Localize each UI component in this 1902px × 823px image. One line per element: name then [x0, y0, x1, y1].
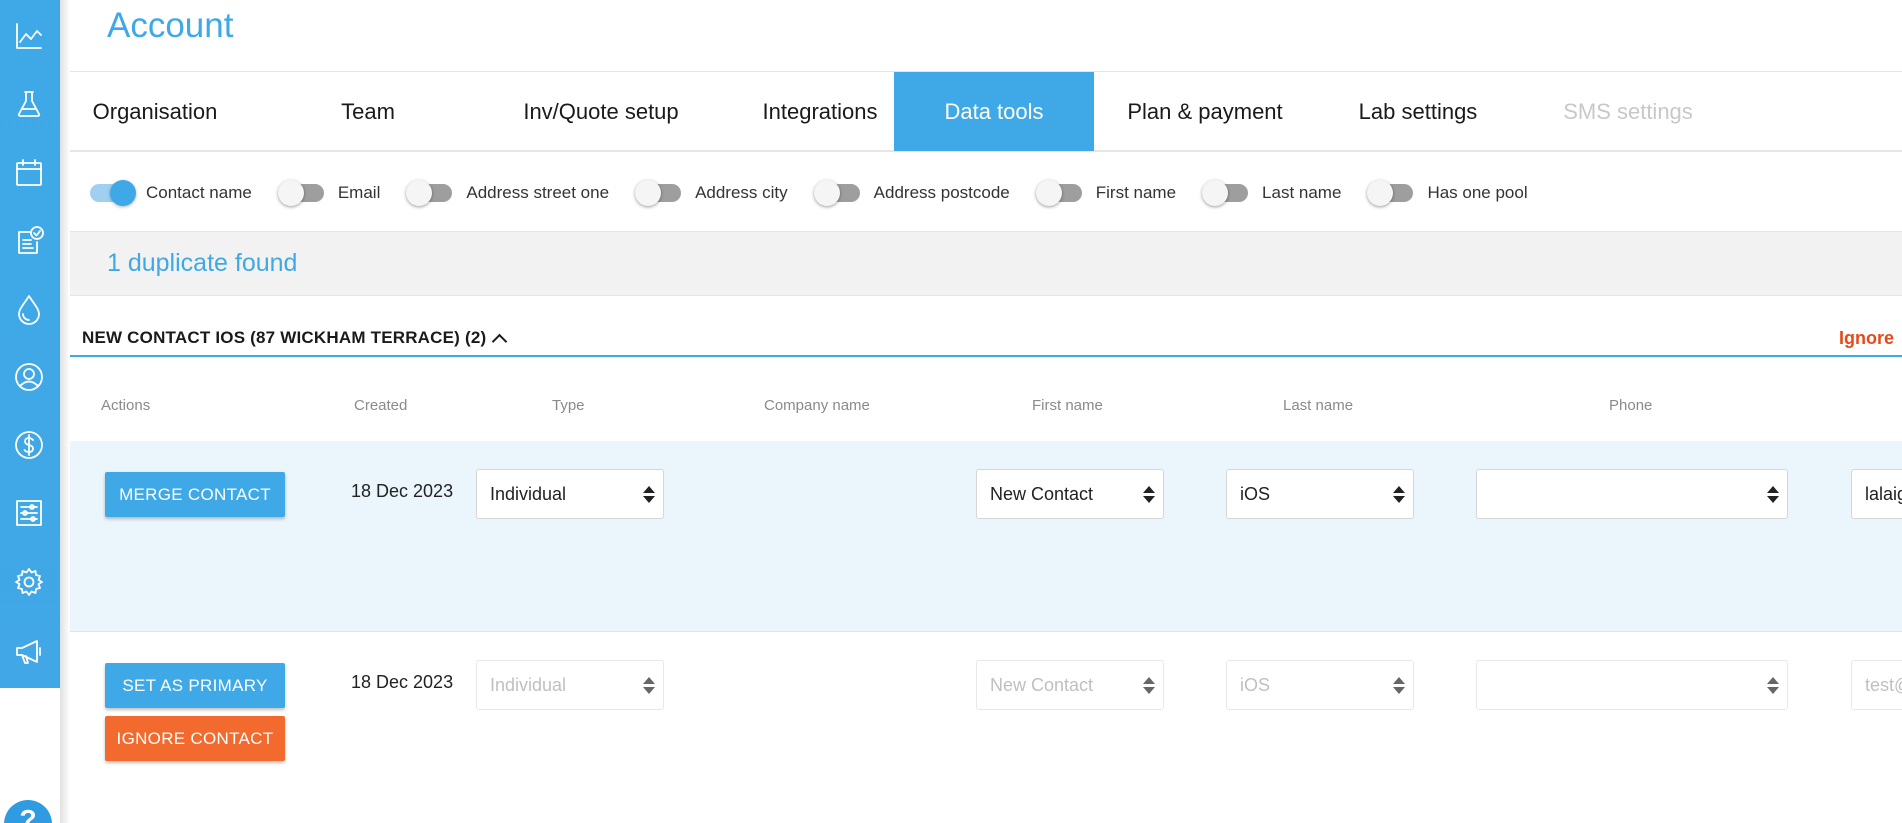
- toggle-address-postcode[interactable]: Address postcode: [813, 180, 1010, 206]
- first-name-value: New Contact: [990, 483, 1094, 504]
- megaphone-icon[interactable]: [12, 634, 46, 668]
- select-arrows-icon: [1143, 677, 1155, 695]
- merge-contact-button[interactable]: MERGE CONTACT: [105, 472, 285, 517]
- toggle-label: Address postcode: [873, 183, 1010, 202]
- clipboard-check-icon[interactable]: [12, 224, 46, 258]
- column-header-type: Type: [552, 397, 585, 414]
- column-header-last-name: Last name: [1283, 397, 1354, 414]
- user-circle-icon[interactable]: [12, 360, 46, 394]
- water-drop-icon[interactable]: [12, 292, 46, 326]
- tab-integrations[interactable]: Integrations: [725, 72, 915, 151]
- type-select[interactable]: Individual: [476, 469, 664, 519]
- select-arrows-icon: [1767, 677, 1779, 695]
- duplicate-count: 1 duplicate found: [107, 249, 298, 277]
- column-header-actions: Actions: [101, 397, 151, 414]
- toggle-switch[interactable]: [1202, 180, 1249, 206]
- sidebar: [0, 0, 60, 688]
- duplicate-group-header[interactable]: NEW CONTACT IOS (87 WICKHAM TERRACE) (2): [82, 328, 508, 349]
- match-criteria-toggles: Contact name Email Address street one Ad…: [90, 178, 1558, 208]
- email-select[interactable]: lalaig: [1851, 469, 1902, 519]
- tab-lab-settings[interactable]: Lab settings: [1328, 72, 1508, 151]
- toggle-switch[interactable]: [90, 180, 136, 206]
- select-arrows-icon: [1143, 486, 1155, 504]
- dollar-circle-icon[interactable]: [12, 428, 46, 462]
- sidebar-shadow: [60, 0, 70, 823]
- toggle-switch[interactable]: [1367, 180, 1414, 206]
- last-name-select: iOS: [1226, 660, 1414, 710]
- help-icon[interactable]: ?: [4, 800, 52, 823]
- toggle-label: Contact name: [146, 183, 252, 202]
- column-header-company-name: Company name: [764, 397, 870, 414]
- phone-select[interactable]: [1476, 469, 1788, 519]
- email-value: test@: [1865, 674, 1902, 695]
- first-name-value: New Contact: [990, 674, 1094, 695]
- type-select: Individual: [476, 660, 664, 710]
- toggle-switch[interactable]: [277, 180, 324, 206]
- toggle-last-name[interactable]: Last name: [1202, 180, 1342, 206]
- toggle-label: First name: [1095, 183, 1177, 202]
- duplicate-group-title: NEW CONTACT IOS (87 WICKHAM TERRACE) (2): [82, 328, 487, 347]
- toggle-first-name[interactable]: First name: [1035, 180, 1177, 206]
- tab-team[interactable]: Team: [298, 72, 438, 151]
- tab-data-tools[interactable]: Data tools: [894, 72, 1094, 151]
- toggle-has-one-pool[interactable]: Has one pool: [1367, 180, 1528, 206]
- toggle-email[interactable]: Email: [277, 180, 381, 206]
- group-divider: [70, 355, 1902, 357]
- toggle-label: Email: [337, 183, 381, 202]
- gear-icon[interactable]: [12, 565, 46, 599]
- type-value: Individual: [490, 483, 567, 504]
- chevron-up-icon[interactable]: [492, 333, 508, 349]
- column-header-created: Created: [354, 397, 408, 414]
- tab-sms-settings: SMS settings: [1563, 98, 1693, 124]
- select-arrows-icon: [643, 677, 655, 695]
- select-arrows-icon: [1393, 677, 1405, 695]
- page-title: Account: [107, 6, 234, 45]
- toggle-address-street-one[interactable]: Address street one: [406, 180, 610, 206]
- select-arrows-icon: [1767, 486, 1779, 504]
- calendar-icon[interactable]: [12, 156, 46, 190]
- last-name-select[interactable]: iOS: [1226, 469, 1414, 519]
- first-name-select[interactable]: New Contact: [976, 469, 1164, 519]
- toggle-address-city[interactable]: Address city: [635, 180, 788, 206]
- toggle-switch[interactable]: [1035, 180, 1082, 206]
- toggle-label: Has one pool: [1427, 183, 1528, 202]
- set-as-primary-button[interactable]: SET AS PRIMARY: [105, 663, 285, 708]
- email-select: test@: [1851, 660, 1902, 710]
- toggle-contact-name[interactable]: Contact name: [90, 180, 252, 206]
- duplicate-summary-banner: 1 duplicate found: [70, 231, 1902, 296]
- tab-plan-payment[interactable]: Plan & payment: [1100, 72, 1310, 151]
- toggle-switch[interactable]: [635, 180, 682, 206]
- created-date: 18 Dec 2023: [351, 481, 454, 501]
- phone-select: [1476, 660, 1788, 710]
- toggle-switch[interactable]: [813, 180, 860, 206]
- flask-icon[interactable]: [12, 87, 46, 121]
- select-arrows-icon: [1393, 486, 1405, 504]
- toggle-label: Address street one: [466, 183, 610, 202]
- column-header-first-name: First name: [1032, 397, 1103, 414]
- toggle-label: Last name: [1262, 183, 1342, 202]
- last-name-value: iOS: [1240, 483, 1271, 504]
- ignore-group-link[interactable]: Ignore: [1839, 328, 1894, 349]
- last-name-value: iOS: [1240, 674, 1271, 695]
- chart-line-icon[interactable]: [12, 19, 46, 53]
- ignore-contact-button[interactable]: IGNORE CONTACT: [105, 716, 285, 761]
- created-date: 18 Dec 2023: [351, 672, 454, 692]
- toggle-switch[interactable]: [406, 180, 453, 206]
- first-name-select: New Contact: [976, 660, 1164, 710]
- settings-tabs: Organisation Team Inv/Quote setup Integr…: [70, 72, 1902, 152]
- type-value: Individual: [490, 674, 567, 695]
- tab-inv-quote-setup[interactable]: Inv/Quote setup: [490, 72, 712, 151]
- column-header-phone: Phone: [1609, 397, 1653, 414]
- toggle-label: Address city: [695, 183, 788, 202]
- tab-organisation[interactable]: Organisation: [70, 72, 240, 151]
- sliders-icon[interactable]: [12, 496, 46, 530]
- email-value: lalaig: [1865, 483, 1902, 504]
- select-arrows-icon: [643, 486, 655, 504]
